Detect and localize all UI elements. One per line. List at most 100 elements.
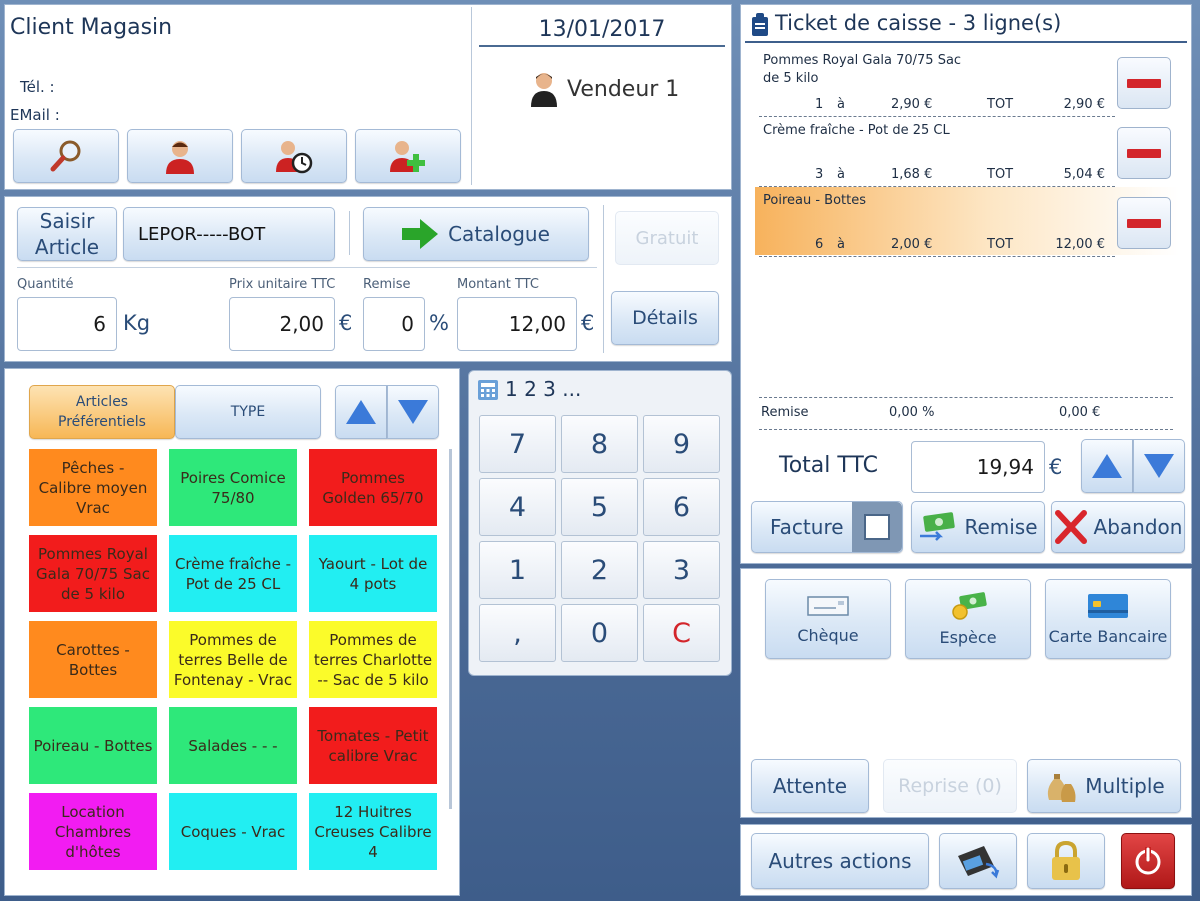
ticket-line-total: 5,04 € xyxy=(1063,167,1105,182)
ticket-line[interactable]: Crème fraîche - Pot de 25 CL 3 à 1,68 € TOT 5… xyxy=(741,117,1181,187)
keypad-key[interactable]: 3 xyxy=(643,541,720,599)
multiple-button[interactable]: Multiple xyxy=(1027,759,1181,813)
product-tile[interactable]: Salades - - - xyxy=(169,707,297,784)
tab-pref-line1: Articles xyxy=(75,394,129,410)
catalog-scrollbar[interactable] xyxy=(449,449,452,809)
ticket-line-name: Pommes Royal Gala 70/75 Sac xyxy=(763,53,962,68)
keypad-key[interactable]: , xyxy=(479,604,556,662)
lock-button[interactable] xyxy=(1027,833,1105,889)
article-code-field[interactable]: LEPOR-----BOT xyxy=(123,207,335,261)
client-button[interactable] xyxy=(127,129,233,183)
gratuit-label: Gratuit xyxy=(635,227,699,249)
ticket-line-at: à xyxy=(837,167,845,182)
ticket-panel: Ticket de caisse - 3 ligne(s) Pommes Roy… xyxy=(740,4,1192,564)
gratuit-button[interactable]: Gratuit xyxy=(615,211,719,265)
unit-price-field[interactable]: 2,00 xyxy=(229,297,335,351)
ticket-line-tot: TOT xyxy=(987,237,1014,252)
ticket-line-total: 2,90 € xyxy=(1063,97,1105,112)
product-tile[interactable]: Poires Comice 75/80 xyxy=(169,449,297,526)
product-tile[interactable]: Carottes - Bottes xyxy=(29,621,157,698)
keypad-key[interactable]: 0 xyxy=(561,604,638,662)
keypad-key[interactable]: 8 xyxy=(561,415,638,473)
facture-toggle[interactable]: Facture xyxy=(751,501,903,553)
add-client-button[interactable] xyxy=(355,129,461,183)
product-tile[interactable]: Coques - Vrac xyxy=(169,793,297,870)
arrow-down-icon xyxy=(1144,454,1174,478)
saisir-line2: Article xyxy=(34,235,100,259)
product-tile[interactable]: Tomates - Petit calibre Vrac xyxy=(309,707,437,784)
remise-label: Remise xyxy=(964,515,1038,539)
carte-bancaire-button[interactable]: Carte Bancaire xyxy=(1045,579,1171,659)
remove-line-button[interactable] xyxy=(1117,127,1171,179)
ticket-line[interactable]: Pommes Royal Gala 70/75 Sac de 5 kilo 1 à 2,… xyxy=(741,47,1181,117)
autres-actions-button[interactable]: Autres actions xyxy=(751,833,929,889)
ticket-discount-amount: 0,00 € xyxy=(1059,405,1101,420)
power-button[interactable] xyxy=(1121,833,1175,889)
product-tile[interactable]: Location Chambres d'hôtes xyxy=(29,793,157,870)
search-client-button[interactable] xyxy=(13,129,119,183)
user-history-icon xyxy=(276,141,313,174)
product-tile[interactable]: Pommes Golden 65/70 xyxy=(309,449,437,526)
catalogue-button[interactable]: Catalogue xyxy=(363,207,589,261)
espece-button[interactable]: Espèce xyxy=(905,579,1031,659)
product-tile[interactable]: Pêches - Calibre moyen Vrac xyxy=(29,449,157,526)
user-icon xyxy=(166,141,194,174)
tab-pref-line2: Préférentiels xyxy=(58,414,146,430)
catalog-scroll-down-button[interactable] xyxy=(387,385,439,439)
ticket-scroll-up-button[interactable] xyxy=(1081,439,1133,493)
cheque-button[interactable]: Chèque xyxy=(765,579,891,659)
reprise-button[interactable]: Reprise (0) xyxy=(883,759,1017,813)
product-tile[interactable]: Pommes Royal Gala 70/75 Sac de 5 kilo xyxy=(29,535,157,612)
ticket-line[interactable]: Poireau - Bottes 6 à 2,00 € TOT 12,00 € xyxy=(741,187,1181,257)
facture-checkbox[interactable] xyxy=(852,502,902,552)
product-tile[interactable]: 12 Huitres Creuses Calibre 4 xyxy=(309,793,437,870)
product-tile[interactable]: Pommes de terres Belle de Fontenay - Vra… xyxy=(169,621,297,698)
calculator-icon xyxy=(478,380,498,400)
unit-price-currency: € xyxy=(339,311,353,335)
saisir-article-button[interactable]: Saisir Article xyxy=(17,207,117,261)
product-tile[interactable]: Pommes de terres Charlotte -- Sac de 5 k… xyxy=(309,621,437,698)
abandon-button[interactable]: Abandon xyxy=(1051,501,1185,553)
product-tile[interactable]: Crème fraîche - Pot de 25 CL xyxy=(169,535,297,612)
ticket-scroll-down-button[interactable] xyxy=(1133,439,1185,493)
keypad-key[interactable]: 7 xyxy=(479,415,556,473)
keypad-title: 1 2 3 ... xyxy=(505,377,582,401)
remove-line-button[interactable] xyxy=(1117,197,1171,249)
lock-icon xyxy=(1052,840,1080,880)
minus-icon xyxy=(1127,78,1161,88)
discount-field[interactable]: 0 xyxy=(363,297,425,351)
keypad-key[interactable]: 5 xyxy=(561,478,638,536)
ticket-line-qty: 3 xyxy=(815,167,824,182)
search-icon xyxy=(50,140,81,172)
quantity-label: Quantité xyxy=(17,277,74,292)
attente-button[interactable]: Attente xyxy=(751,759,869,813)
keypad-key[interactable]: 1 xyxy=(479,541,556,599)
keypad-key[interactable]: C xyxy=(643,604,720,662)
amount-currency: € xyxy=(581,311,595,335)
amount-field[interactable]: 12,00 xyxy=(457,297,577,351)
vendor-icon xyxy=(529,71,559,107)
keypad-key[interactable]: 4 xyxy=(479,478,556,536)
divider xyxy=(759,397,1173,398)
cash-register-icon xyxy=(958,846,1000,879)
cash-drawer-button[interactable] xyxy=(939,833,1017,889)
product-tile[interactable]: Poireau - Bottes xyxy=(29,707,157,784)
power-icon xyxy=(1135,847,1161,875)
keypad-key[interactable]: 6 xyxy=(643,478,720,536)
receipt-icon xyxy=(752,13,768,36)
quantity-value: 6 xyxy=(93,312,106,336)
remove-line-button[interactable] xyxy=(1117,57,1171,109)
keypad-key[interactable]: 2 xyxy=(561,541,638,599)
quantity-field[interactable]: 6 xyxy=(17,297,117,351)
tab-articles-preferentiels[interactable]: Articles Préférentiels xyxy=(29,385,175,439)
espece-label: Espèce xyxy=(939,627,997,647)
article-code: LEPOR-----BOT xyxy=(138,223,266,245)
remise-button[interactable]: Remise xyxy=(911,501,1045,553)
product-tile[interactable]: Yaourt - Lot de 4 pots xyxy=(309,535,437,612)
keypad-key[interactable]: 9 xyxy=(643,415,720,473)
tab-type[interactable]: TYPE xyxy=(175,385,321,439)
total-label: Total TTC xyxy=(779,453,878,478)
catalog-scroll-up-button[interactable] xyxy=(335,385,387,439)
client-history-button[interactable] xyxy=(241,129,347,183)
details-button[interactable]: Détails xyxy=(611,291,719,345)
